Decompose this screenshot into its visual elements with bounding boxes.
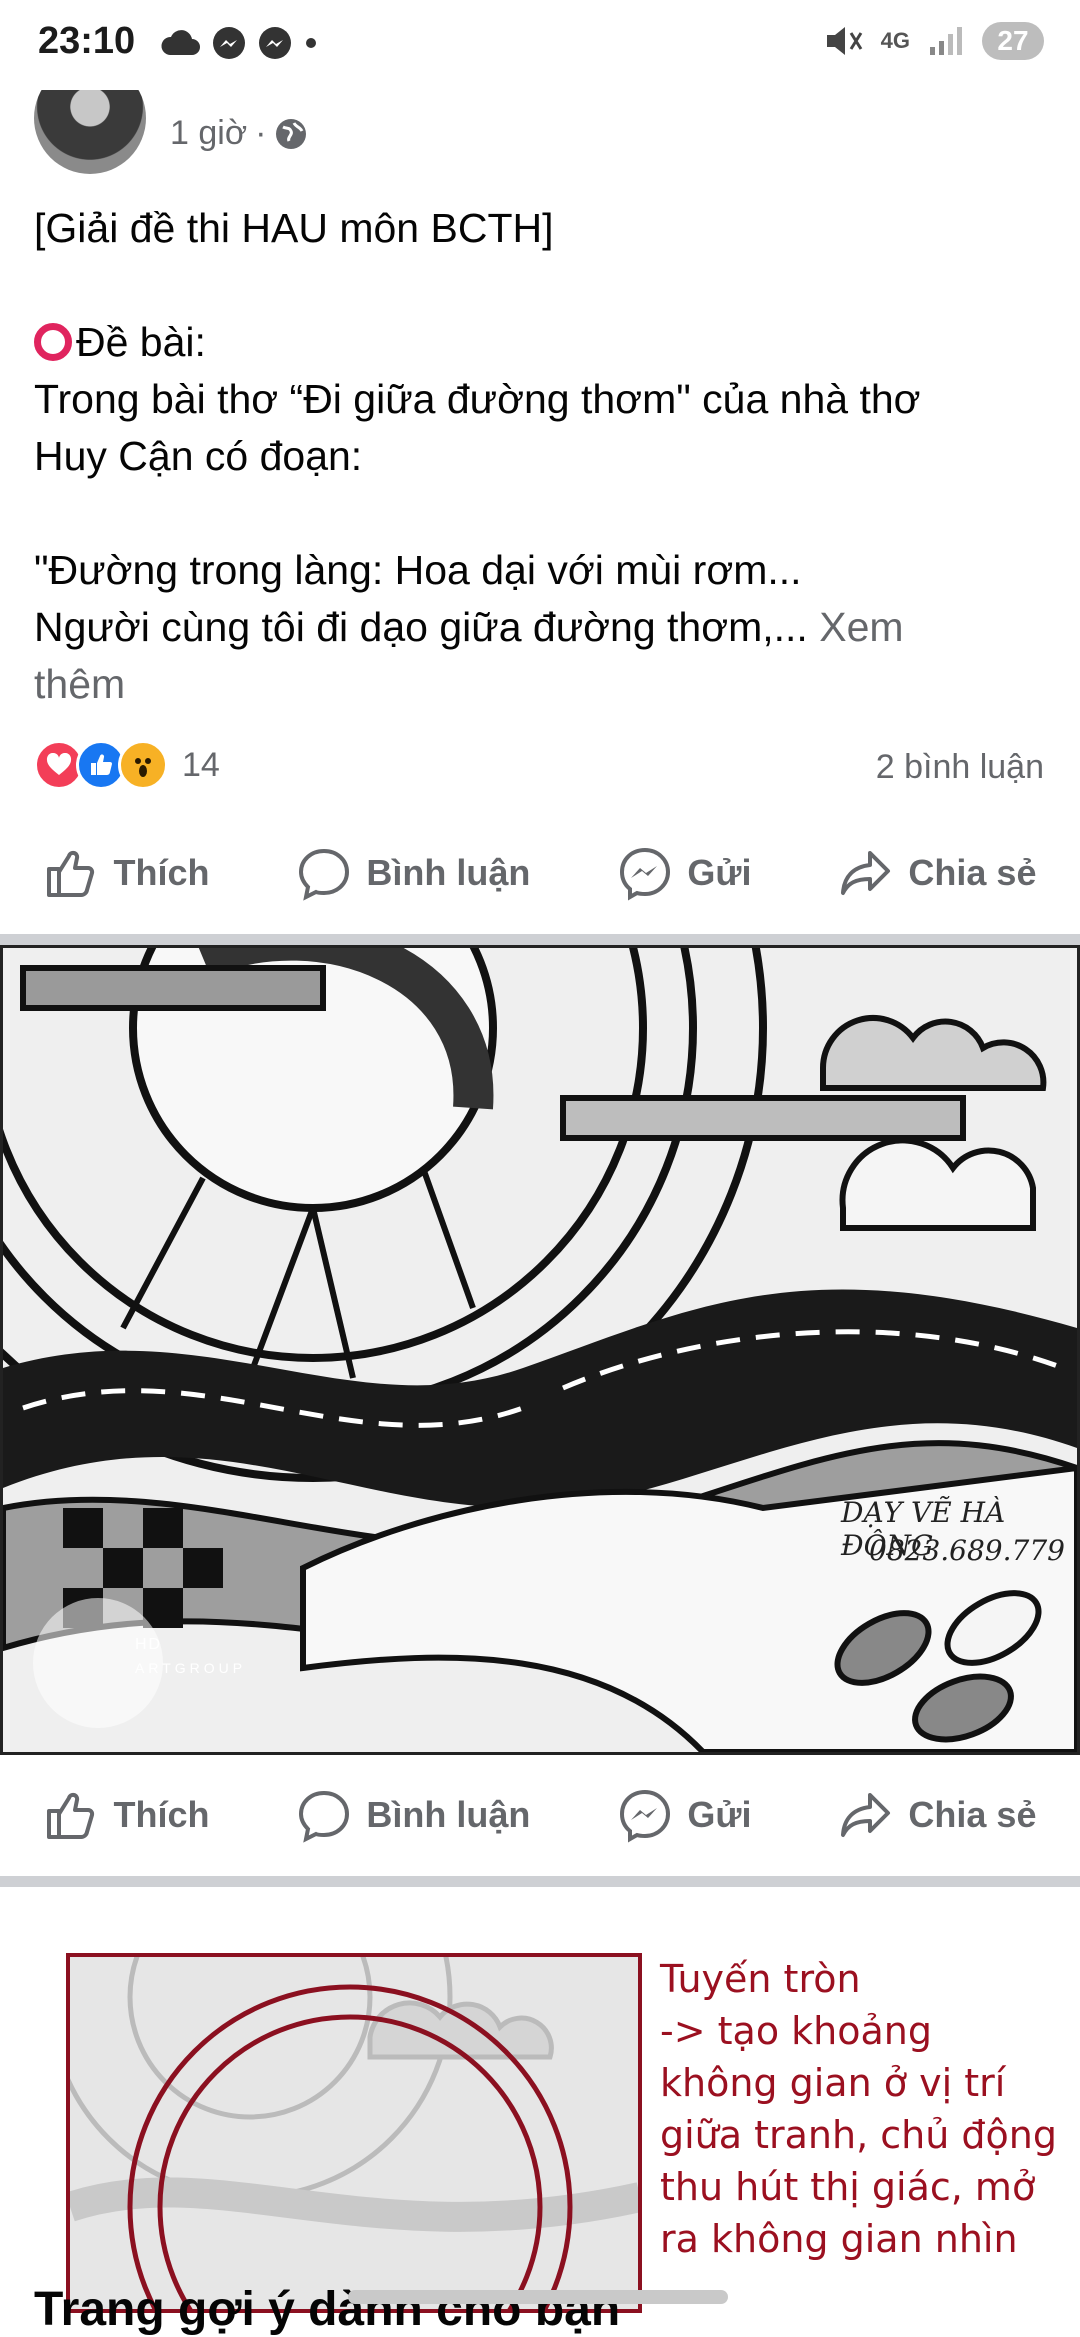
messenger-icon	[620, 847, 671, 901]
comment-button[interactable]: Bình luận	[296, 845, 530, 901]
comment-button[interactable]: Bình luận	[296, 1787, 530, 1843]
share-label: Chia sẻ	[908, 852, 1037, 893]
battery-indicator: 27	[982, 22, 1044, 60]
post-action-bar: Thích Bình luận Gửi Chia sẻ	[0, 828, 1080, 918]
comment-icon	[299, 848, 350, 901]
send-label: Gửi	[687, 852, 752, 893]
section-divider	[0, 934, 1080, 945]
post-action-bar: Thích Bình luận Gửi Chia sẻ	[0, 1770, 1080, 1860]
post-time[interactable]: 1 giờ	[170, 114, 247, 153]
share-button[interactable]: Chia sẻ	[838, 845, 1036, 901]
watermark-phone: 0823.689.779	[869, 1534, 1065, 1567]
post-image[interactable]: DẠY VẼ HÀ ĐÔNG 0823.689.779 HD ARTGROUP	[0, 945, 1080, 1755]
post-quote: Người cùng tôi đi dạo giữa đường thơm,..…	[34, 604, 904, 650]
share-icon	[841, 1793, 891, 1837]
home-gesture-bar[interactable]	[348, 2290, 728, 2304]
thumbs-up-icon	[47, 1792, 95, 1839]
annotation-line: thu hút thị giác, mở	[660, 2165, 1036, 2209]
logo-text: HD	[135, 1636, 163, 1653]
post-line: Trong bài thơ “Đi giữa đường thơm" của n…	[34, 376, 921, 422]
post-heading: Đề bài:	[34, 314, 1044, 371]
annotation-line: -> tạo khoảng	[660, 2009, 932, 2053]
wow-reaction-icon	[118, 740, 168, 790]
post-meta: 1 giờ ·	[170, 114, 308, 153]
cloud-icon	[161, 30, 200, 55]
red-circle-icon	[34, 323, 72, 361]
messenger-icon	[259, 27, 291, 59]
next-post-card[interactable]: Tuyến tròn -> tạo khoảng không gian ở vị…	[0, 1887, 1080, 2316]
next-post-annotation: Tuyến tròn -> tạo khoảng không gian ở vị…	[660, 1953, 1060, 2265]
post-text: [Giải đề thi HAU môn BCTH] Đề bài: Trong…	[34, 200, 1044, 713]
share-button[interactable]: Chia sẻ	[838, 1787, 1036, 1843]
see-more-link[interactable]: Xem	[819, 604, 903, 650]
annotation-line: Tuyến tròn	[660, 1957, 861, 2001]
annotation-line: ra không gian nhìn	[660, 2217, 1018, 2261]
comment-label: Bình luận	[366, 1794, 531, 1835]
annotation-line: không gian ở vị trí	[660, 2061, 1006, 2105]
share-icon	[841, 851, 891, 895]
send-button[interactable]: Gửi	[617, 1787, 751, 1843]
signal-icon	[930, 27, 962, 55]
status-bar: 23:10 4G 27	[0, 0, 1080, 90]
comment-count[interactable]: 2 bình luận	[876, 748, 1044, 787]
see-more-link[interactable]: thêm	[34, 656, 1044, 713]
send-label: Gửi	[687, 1794, 752, 1835]
logo-text: ARTGROUP	[135, 1660, 247, 1676]
mute-icon	[826, 27, 862, 55]
thumbs-up-icon	[47, 850, 95, 897]
reaction-count: 14	[182, 745, 220, 784]
circle-composition-illustration	[70, 1957, 638, 2309]
post-quote: "Đường trong làng: Hoa dại với mùi rơm..…	[34, 547, 802, 593]
like-label: Thích	[113, 852, 210, 893]
post-title: [Giải đề thi HAU môn BCTH]	[34, 205, 554, 251]
section-divider	[0, 1876, 1080, 1887]
reactions-summary[interactable]: 14	[34, 740, 220, 790]
annotation-line: giữa tranh, chủ động	[660, 2113, 1057, 2157]
like-label: Thích	[113, 1794, 210, 1835]
like-button[interactable]: Thích	[43, 1787, 209, 1843]
artwork-illustration	[3, 948, 1077, 1752]
post-line: Huy Cận có đoạn:	[34, 433, 363, 479]
meta-separator: ·	[255, 114, 267, 152]
send-button[interactable]: Gửi	[617, 845, 751, 901]
share-label: Chia sẻ	[908, 1794, 1037, 1835]
like-button[interactable]: Thích	[43, 845, 209, 901]
network-label: 4G	[880, 28, 910, 53]
comment-label: Bình luận	[366, 852, 531, 893]
globe-icon	[276, 118, 307, 149]
messenger-icon	[620, 1789, 671, 1843]
comment-icon	[299, 1790, 350, 1843]
status-time: 23:10	[38, 20, 136, 62]
messenger-icon	[213, 27, 245, 59]
notification-icons	[160, 26, 318, 60]
next-post-image	[66, 1953, 642, 2313]
dot-icon	[306, 38, 316, 48]
